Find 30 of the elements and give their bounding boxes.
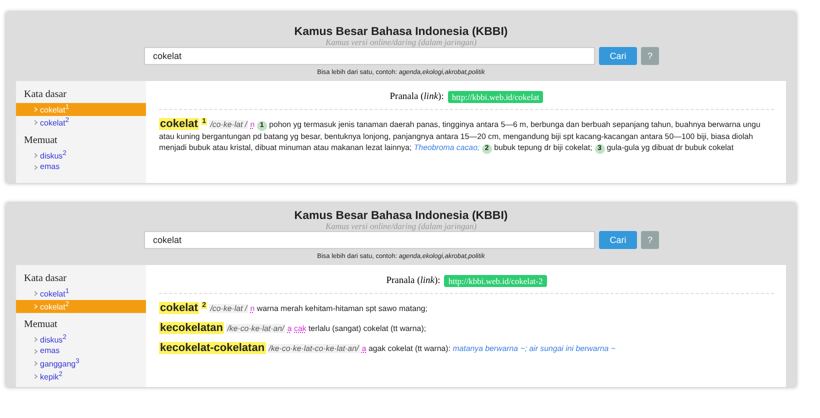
chevron-icon bbox=[34, 337, 38, 342]
chevron-icon bbox=[34, 153, 38, 158]
chevron-icon bbox=[34, 304, 38, 310]
chevron-icon bbox=[34, 107, 38, 112]
sidebar-item[interactable]: diskus$^{2}$ bbox=[16, 333, 146, 346]
sidebar-item[interactable]: emas bbox=[16, 162, 146, 173]
chevron-icon bbox=[34, 361, 38, 366]
sidebar-heading: Memuat bbox=[24, 135, 58, 146]
chevron-icon bbox=[34, 165, 38, 170]
search-field[interactable]: cokelat bbox=[144, 231, 595, 249]
search-field[interactable]: cokelat bbox=[144, 47, 595, 65]
chevron-icon bbox=[34, 291, 38, 296]
sidebar-item[interactable]: cokelat$^{2}$ bbox=[16, 116, 146, 130]
sidebar-heading: Kata dasar bbox=[24, 273, 68, 284]
sidebar-item[interactable]: ganggang$^{3}$ bbox=[16, 356, 146, 370]
site-subtitle: Kamus versi online/daring (dalam jaringan) bbox=[325, 37, 477, 47]
chevron-icon bbox=[34, 374, 38, 380]
sidebar-item[interactable]: diskus$^{2}$ bbox=[16, 149, 146, 162]
sidebar-heading: Memuat bbox=[24, 319, 58, 330]
site-title: Kamus Besar Bahasa Indonesia (KBBI) bbox=[294, 26, 508, 38]
sidebar-item[interactable]: cokelat$^{1}$ bbox=[16, 287, 146, 300]
chevron-icon bbox=[34, 120, 38, 126]
permalink-label: Pranala (link): bbox=[390, 92, 444, 102]
sidebar-item[interactable]: kepik$^{2}$ bbox=[16, 370, 146, 384]
permalink-label: Pranala (link): bbox=[386, 276, 440, 286]
sidebar-heading: Kata dasar bbox=[24, 89, 68, 100]
site-title: Kamus Besar Bahasa Indonesia (KBBI) bbox=[294, 210, 508, 222]
chevron-icon bbox=[34, 349, 38, 354]
sidebar-item[interactable]: emas bbox=[16, 346, 146, 357]
site-subtitle: Kamus versi online/daring (dalam jaringan) bbox=[325, 221, 477, 231]
